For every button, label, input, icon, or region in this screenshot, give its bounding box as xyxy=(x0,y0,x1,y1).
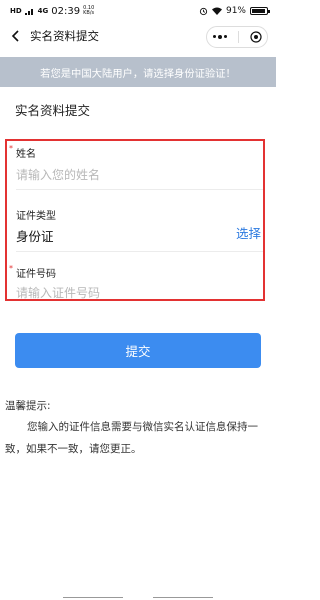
name-label-row: * 姓名 xyxy=(9,144,259,160)
nav-gesture-bar xyxy=(153,597,213,598)
divider xyxy=(16,189,263,190)
battery-percent: 91% xyxy=(225,6,246,16)
section-title: 实名资料提交 xyxy=(15,103,91,118)
notice-banner: 若您是中国大陆用户，请选择身份证验证！ xyxy=(0,57,276,87)
identity-form: * 姓名 请输入您的姓名 证件类型 身份证 选择 * 证件号码 请输入证件号码 xyxy=(5,139,265,301)
divider xyxy=(16,251,263,252)
id-type-field: 证件类型 身份证 xyxy=(16,207,259,245)
required-mark: * xyxy=(9,144,13,153)
notice-text: 若您是中国大陆用户，请选择身份证验证！ xyxy=(40,67,236,80)
signal-hd: HD xyxy=(10,7,22,15)
status-left: HD 4G 02:39 0.10 KB/s xyxy=(10,6,97,17)
alarm-icon xyxy=(199,7,208,15)
more-icon[interactable] xyxy=(212,35,227,39)
home-indicator xyxy=(0,597,276,598)
id-number-label: 证件号码 xyxy=(16,269,56,280)
net-speed: 0.10 KB/s xyxy=(83,5,95,16)
tips-body: 您输入的证件信息需要与微信实名认证信息保持一致，如果不一致，请您更正。 xyxy=(5,421,258,455)
back-icon[interactable] xyxy=(8,28,24,44)
id-type-label: 证件类型 xyxy=(16,211,56,222)
signal-icon xyxy=(24,9,33,15)
nav-gesture-bar xyxy=(63,597,123,598)
id-number-field[interactable]: * 证件号码 请输入证件号码 xyxy=(9,264,259,301)
status-time: 02:39 xyxy=(51,5,81,17)
id-type-value: 身份证 xyxy=(16,229,54,244)
wifi-icon xyxy=(211,7,222,15)
status-right: 91% xyxy=(199,6,270,16)
tips-title: 温馨提示: xyxy=(5,400,51,412)
capsule-menu xyxy=(206,26,268,48)
battery-fill xyxy=(252,9,265,13)
name-label: 姓名 xyxy=(16,149,36,160)
nav-bar: 实名资料提交 xyxy=(0,22,276,50)
required-mark: * xyxy=(9,264,13,273)
network-type: 4G xyxy=(37,7,49,15)
close-miniprogram-icon[interactable] xyxy=(249,28,262,47)
capsule-divider xyxy=(237,31,239,43)
status-bar: HD 4G 02:39 0.10 KB/s 91% xyxy=(0,0,276,22)
name-input[interactable]: 请输入您的姓名 xyxy=(16,166,259,183)
select-id-type-button[interactable]: 选择 xyxy=(236,223,261,242)
name-field[interactable]: * 姓名 请输入您的姓名 xyxy=(9,144,259,183)
submit-button[interactable]: 提交 xyxy=(15,333,261,368)
id-number-input[interactable]: 请输入证件号码 xyxy=(16,284,259,301)
battery-icon xyxy=(250,7,270,15)
page-title: 实名资料提交 xyxy=(30,29,99,43)
id-number-label-row: * 证件号码 xyxy=(9,264,259,280)
